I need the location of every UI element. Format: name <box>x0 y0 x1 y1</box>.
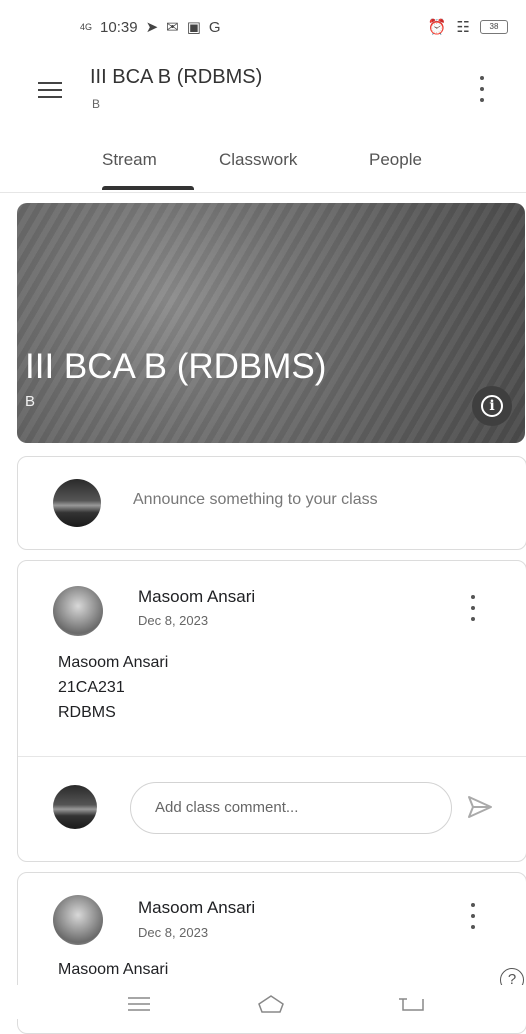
message-icon: ✉ <box>166 19 179 36</box>
alarm-icon: ⏰ <box>427 19 447 36</box>
commenter-avatar <box>53 785 97 829</box>
wifi-icon: ☷ <box>456 19 470 36</box>
post-divider <box>18 756 526 757</box>
tab-classwork[interactable]: Classwork <box>219 150 297 170</box>
banner-section: B <box>25 393 36 410</box>
post-body: Masoom Ansari 21CA231 RDBMS <box>58 650 168 725</box>
status-bar: 4G 10:39 ➤ ✉ ▣ G ⏰ ☷ 38 <box>0 0 526 52</box>
more-vert-icon[interactable] <box>472 76 492 102</box>
post-body-line: 21CA231 <box>58 679 125 696</box>
post-more-vert-icon[interactable] <box>463 903 483 929</box>
post-more-vert-icon[interactable] <box>463 595 483 621</box>
post-author: Masoom Ansari <box>138 587 256 606</box>
author-avatar <box>53 895 103 945</box>
class-section: B <box>92 97 101 111</box>
home-nav-icon[interactable] <box>256 993 286 1015</box>
comment-placeholder: Add class comment... <box>155 799 299 816</box>
battery-icon: 38 <box>480 20 508 34</box>
post-body-line: RDBMS <box>58 704 116 721</box>
info-icon: i <box>481 395 503 417</box>
author-avatar <box>53 586 103 636</box>
class-title: III BCA B (RDBMS) <box>90 66 263 88</box>
post-body: Masoom Ansari <box>58 957 168 982</box>
announce-input[interactable]: Announce something to your class <box>133 491 378 509</box>
avatar <box>53 479 101 527</box>
banner-title: III BCA B (RDBMS) <box>25 347 327 386</box>
location-icon: ➤ <box>145 19 159 36</box>
announce-card[interactable]: Announce something to your class <box>17 456 526 550</box>
back-nav-icon[interactable] <box>398 993 428 1015</box>
network-indicator: 4G <box>80 21 93 32</box>
tab-stream[interactable]: Stream <box>102 150 157 170</box>
post-body-line: Masoom Ansari <box>58 961 169 978</box>
post-body-line: Masoom Ansari <box>58 654 169 671</box>
app-notification-letter: G <box>208 18 221 36</box>
status-right: ⏰ ☷ 38 <box>428 18 508 36</box>
class-banner: III BCA B (RDBMS) B i <box>17 203 525 443</box>
hamburger-menu-icon[interactable] <box>38 82 62 100</box>
class-comment-input[interactable]: Add class comment... <box>130 782 452 834</box>
post-date: Dec 8, 2023 <box>138 925 209 940</box>
tab-people[interactable]: People <box>369 150 422 170</box>
active-tab-indicator <box>102 186 194 190</box>
info-button[interactable]: i <box>472 386 512 426</box>
post-card: Masoom Ansari Dec 8, 2023 Masoom Ansari … <box>17 560 526 862</box>
system-nav-bar <box>0 985 526 1019</box>
tab-bar: Stream Classwork People <box>0 140 526 192</box>
status-left: 4G 10:39 ➤ ✉ ▣ G <box>80 18 221 37</box>
banner-texture <box>17 203 525 443</box>
post-author: Masoom Ansari <box>138 898 256 917</box>
post-date: Dec 8, 2023 <box>138 613 209 628</box>
gallery-icon: ▣ <box>186 19 201 36</box>
status-time: 10:39 <box>100 18 138 36</box>
send-icon[interactable] <box>466 793 494 821</box>
menu-nav-icon[interactable] <box>124 993 154 1015</box>
tabs-divider <box>0 192 526 193</box>
